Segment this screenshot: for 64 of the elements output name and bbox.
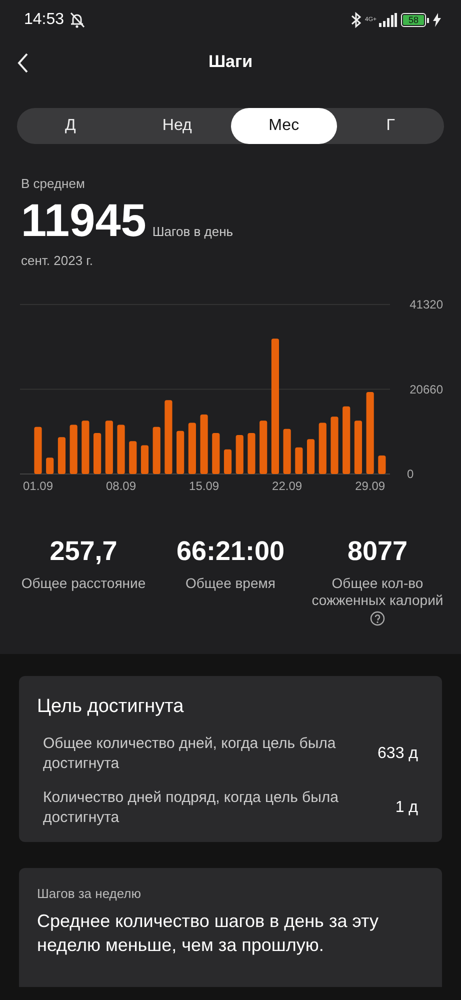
help-icon[interactable]	[370, 611, 385, 626]
step-bar	[306, 439, 315, 474]
step-bar	[236, 435, 244, 474]
period-tab[interactable]: Д	[17, 108, 124, 144]
unit-label: Шагов в день	[152, 224, 234, 239]
period-tab[interactable]: Мес	[230, 108, 338, 144]
step-bar	[176, 430, 184, 474]
card-caption: Шагов за неделю	[37, 886, 142, 901]
card-text: Среднее количество шагов в день за эту неделю меньше, чем за прошлую.	[37, 910, 380, 957]
stat-label: Общее расстояние	[21, 575, 146, 592]
muted-bell-icon	[68, 11, 86, 29]
card-title: Цель достигнута	[37, 696, 185, 718]
x-axis-label: 08.09	[106, 479, 136, 493]
y-axis-label: 0	[407, 467, 414, 481]
stat-label: Общее время	[186, 575, 276, 592]
step-bar	[94, 432, 102, 474]
goal-value: 633 д	[378, 745, 418, 763]
step-bar	[248, 432, 256, 474]
goal-label: Количество дней подряд, когда цель была достигнута	[43, 788, 340, 828]
step-bar	[212, 432, 220, 474]
period-tab[interactable]: Г	[337, 108, 444, 144]
stat-value: 257,7	[50, 536, 118, 567]
goal-label: Общее количество дней, когда цель была достигнута	[43, 734, 337, 774]
stat-value: 8077	[347, 536, 408, 567]
clock-time: 14:53	[24, 11, 64, 29]
period-label: сент. 2023 г.	[21, 253, 94, 268]
step-bar	[378, 456, 386, 474]
goal-value: 1 д	[395, 799, 418, 817]
average-value: 11945	[21, 197, 146, 243]
x-axis-label: 22.09	[272, 479, 302, 493]
y-axis-label: 41320	[410, 298, 443, 312]
step-bar	[70, 424, 78, 474]
step-bar	[82, 420, 90, 474]
step-bar	[318, 422, 326, 474]
battery-indicator: 58	[401, 13, 429, 27]
step-bar	[152, 426, 160, 474]
step-bar	[129, 441, 137, 474]
step-bar	[260, 420, 268, 474]
step-bar	[46, 458, 54, 474]
stat-label: Общее кол-во сожженных калорий	[310, 575, 444, 609]
step-bar	[105, 420, 113, 474]
step-bar	[224, 449, 232, 474]
x-axis-label: 29.09	[355, 479, 386, 493]
step-bar	[330, 416, 338, 474]
step-bar	[200, 414, 208, 474]
charging-icon	[433, 13, 441, 27]
step-bar	[295, 447, 303, 474]
x-axis-label: 15.09	[189, 479, 220, 493]
step-bar	[140, 445, 149, 474]
caption: В среднем	[21, 176, 86, 191]
step-bar	[188, 422, 196, 474]
y-axis-label: 20660	[410, 382, 443, 396]
step-bar	[342, 406, 350, 474]
period-tab[interactable]: Нед	[124, 108, 230, 144]
signal-icon	[379, 13, 397, 27]
step-bar	[58, 437, 66, 474]
step-bar	[354, 420, 362, 474]
step-bar	[283, 428, 291, 474]
bluetooth-icon	[351, 12, 361, 28]
step-bar	[117, 424, 125, 474]
stat-value: 66:21:00	[176, 536, 285, 567]
page-title: Шаги	[208, 52, 253, 72]
step-bar	[34, 426, 42, 474]
x-axis-label: 01.09	[22, 479, 54, 493]
